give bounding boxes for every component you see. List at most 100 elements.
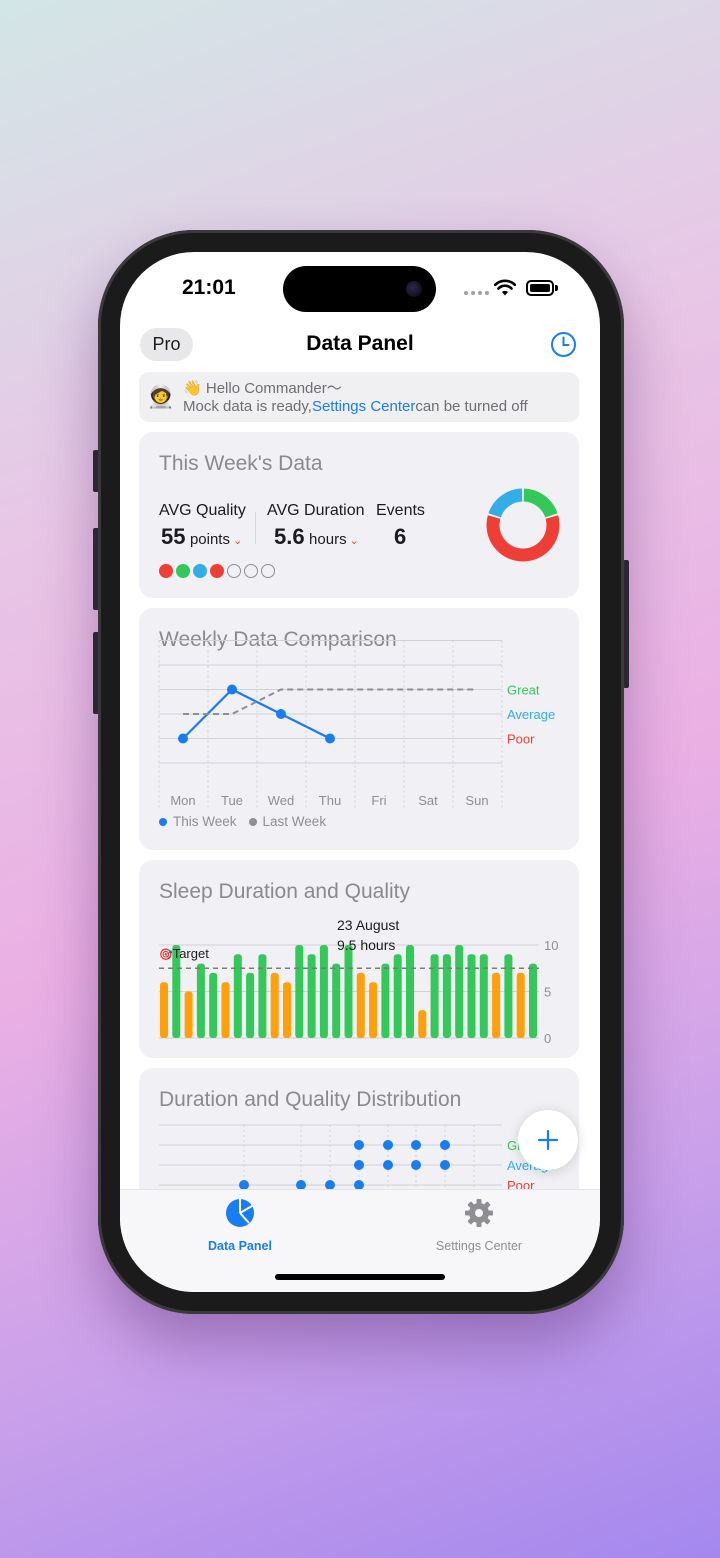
data-point bbox=[440, 1140, 450, 1150]
x-tick-label: Wed bbox=[268, 793, 295, 808]
data-point bbox=[354, 1160, 364, 1170]
dynamic-island bbox=[283, 266, 436, 312]
battery-icon bbox=[526, 280, 558, 296]
data-point bbox=[383, 1160, 393, 1170]
sleep-bar[interactable] bbox=[504, 954, 513, 1038]
card-title: This Week's Data bbox=[159, 452, 323, 475]
events-label: Events bbox=[376, 502, 425, 519]
sleep-duration-card[interactable]: Sleep Duration and Quality 0 5 10 23 Augus… bbox=[139, 860, 579, 1058]
status-time: 21:01 bbox=[182, 276, 236, 299]
sleep-bar[interactable] bbox=[209, 972, 218, 1038]
data-point bbox=[227, 684, 237, 695]
data-point bbox=[383, 1140, 393, 1150]
sleep-bar[interactable] bbox=[479, 954, 488, 1038]
wifi-icon bbox=[494, 279, 516, 296]
welcome-banner: 🧑‍🚀 👋 Hello Commander～ Mock data is read… bbox=[139, 372, 579, 422]
sleep-bar[interactable] bbox=[393, 954, 402, 1038]
y-quality-label: Great bbox=[507, 683, 540, 698]
y-tick-label: 0 bbox=[544, 1031, 551, 1046]
message-prefix: Mock data is ready, bbox=[183, 398, 312, 415]
y-quality-label: Average bbox=[507, 707, 555, 722]
sleep-bar[interactable] bbox=[233, 954, 242, 1038]
events-value: 6 bbox=[394, 524, 407, 549]
day-quality-dot bbox=[159, 564, 173, 578]
plus-icon bbox=[537, 1129, 559, 1151]
sleep-bar[interactable] bbox=[332, 963, 341, 1038]
sleep-bar[interactable] bbox=[295, 945, 304, 1038]
clock-icon[interactable] bbox=[550, 331, 577, 358]
sleep-bar[interactable] bbox=[442, 954, 451, 1038]
sleep-bar[interactable] bbox=[356, 972, 365, 1038]
donut-segment bbox=[523, 488, 558, 518]
x-tick-label: Mon bbox=[170, 793, 195, 808]
weekly-data-card[interactable]: This Week's Data AVG Quality 55 points ⌄ … bbox=[139, 432, 579, 598]
avg-quality-value: 55 points ⌄ bbox=[161, 524, 243, 549]
astronaut-avatar: 🧑‍🚀 bbox=[147, 384, 175, 409]
day-quality-dot bbox=[193, 564, 207, 578]
tooltip-date: 23 August bbox=[337, 917, 400, 933]
gear-icon bbox=[465, 1199, 493, 1227]
avg-quality-label: AVG Quality bbox=[159, 502, 246, 519]
sleep-bar[interactable] bbox=[160, 982, 168, 1038]
empty-day-dot bbox=[227, 564, 241, 578]
sleep-bar[interactable] bbox=[369, 982, 378, 1038]
avg-duration-label: AVG Duration bbox=[267, 502, 365, 519]
sleep-bar[interactable] bbox=[319, 945, 328, 1038]
y-quality-label: Poor bbox=[507, 732, 535, 747]
empty-day-dot bbox=[261, 564, 275, 578]
sleep-bar[interactable] bbox=[196, 963, 205, 1038]
donut-segment bbox=[486, 515, 560, 562]
page-title: Data Panel bbox=[306, 332, 414, 355]
settings-center-link[interactable]: Settings Center bbox=[312, 398, 415, 415]
trend-down-icon: ⌄ bbox=[349, 535, 359, 547]
sleep-bar[interactable] bbox=[516, 972, 525, 1038]
sleep-bar[interactable] bbox=[455, 945, 464, 1038]
sleep-bar[interactable] bbox=[381, 963, 390, 1038]
sleep-bar[interactable] bbox=[418, 1010, 427, 1038]
quality-donut-chart bbox=[486, 488, 560, 562]
sleep-bar[interactable] bbox=[467, 954, 476, 1038]
data-point bbox=[411, 1160, 421, 1170]
sleep-bar[interactable] bbox=[246, 972, 255, 1038]
sleep-bar[interactable] bbox=[344, 945, 353, 1038]
y-tick-label: 5 bbox=[544, 985, 551, 1000]
x-tick-label: Thu bbox=[319, 793, 341, 808]
tab-data-panel[interactable]: Data Panel bbox=[180, 1198, 300, 1253]
tooltip-hours: 9.5 hours bbox=[337, 937, 396, 953]
sleep-bar[interactable] bbox=[529, 963, 537, 1038]
chart-legend: This Week Last Week bbox=[159, 814, 326, 829]
trend-down-icon: ⌄ bbox=[232, 535, 243, 547]
pie-chart-icon bbox=[226, 1199, 254, 1227]
add-button[interactable] bbox=[518, 1110, 578, 1170]
avg-duration-value: 5.6 hours ⌄ bbox=[274, 524, 359, 549]
sleep-bar[interactable] bbox=[184, 991, 193, 1039]
y-tick-label: 10 bbox=[544, 938, 558, 953]
phone-screen: 21:01 Pro Data Panel 🧑‍🚀 👋 Hello Command… bbox=[120, 252, 600, 1292]
empty-day-dot bbox=[244, 564, 258, 578]
sleep-bar[interactable] bbox=[430, 954, 439, 1038]
sleep-bar[interactable] bbox=[283, 982, 291, 1038]
donut-segment bbox=[488, 488, 523, 518]
data-point bbox=[411, 1140, 421, 1150]
message-suffix: can be turned off bbox=[415, 398, 528, 415]
sleep-bar[interactable] bbox=[492, 972, 501, 1038]
tab-label: Settings Center bbox=[435, 1239, 523, 1253]
tab-settings-center[interactable]: Settings Center bbox=[419, 1198, 539, 1253]
wave-emoji: 👋 bbox=[183, 380, 202, 397]
sleep-bar[interactable] bbox=[258, 954, 267, 1038]
data-point bbox=[178, 733, 188, 744]
data-point bbox=[325, 733, 335, 744]
sleep-bar[interactable] bbox=[406, 945, 414, 1038]
x-tick-label: Sat bbox=[418, 793, 438, 808]
legend-item: Last Week bbox=[248, 814, 326, 829]
tab-label: Data Panel bbox=[208, 1239, 272, 1253]
sleep-bar[interactable] bbox=[307, 954, 316, 1038]
day-quality-dot bbox=[176, 564, 190, 578]
weekly-comparison-card[interactable]: Weekly Data Comparison Mon Tue Wed Thu Fri Sa… bbox=[139, 608, 579, 850]
data-point bbox=[354, 1140, 364, 1150]
sleep-bar[interactable] bbox=[270, 972, 279, 1038]
legend-item: This Week bbox=[159, 814, 237, 829]
sleep-bar[interactable] bbox=[221, 982, 230, 1038]
target-label: 🎯Target bbox=[159, 946, 209, 961]
data-point bbox=[440, 1160, 450, 1170]
